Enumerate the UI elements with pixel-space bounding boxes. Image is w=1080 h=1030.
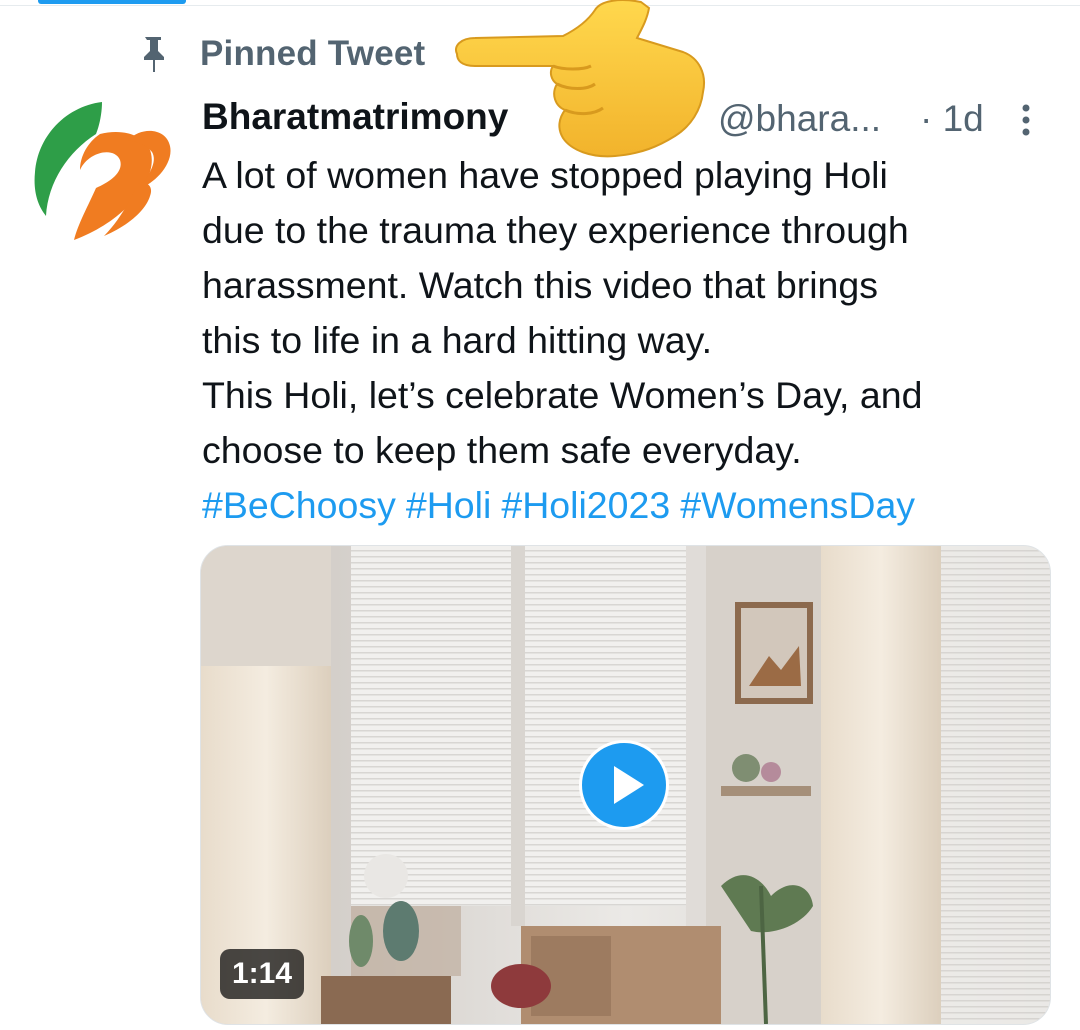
display-name[interactable]: Bharatmatrimony bbox=[202, 96, 562, 138]
tweet-header: Bharatmatrimony @bhara... · 1d bbox=[202, 96, 1052, 144]
tweet-text-line: due to the trauma they experience throug… bbox=[202, 209, 909, 251]
tweet-text: A lot of women have stopped playing Holi… bbox=[202, 148, 1062, 533]
user-handle[interactable]: @bhara... bbox=[718, 98, 881, 140]
tweet-text-line: This Holi, let’s celebrate Women’s Day, … bbox=[202, 374, 923, 416]
video-player[interactable]: 1:14 bbox=[200, 545, 1051, 1025]
pinned-indicator: Pinned Tweet bbox=[138, 32, 425, 76]
play-icon bbox=[614, 766, 644, 804]
hashtag-link[interactable]: #BeChoosy bbox=[202, 484, 396, 526]
active-tab-indicator bbox=[38, 0, 186, 4]
hashtag-link[interactable]: #Holi2023 bbox=[501, 484, 670, 526]
tweet-text-line: this to life in a hard hitting way. bbox=[202, 319, 712, 361]
play-button[interactable] bbox=[579, 740, 669, 830]
tweet-text-line: choose to keep them safe everyday. bbox=[202, 429, 802, 471]
tweet-time[interactable]: · 1d bbox=[920, 98, 984, 140]
hashtag-link[interactable]: #WomensDay bbox=[680, 484, 915, 526]
pin-icon bbox=[144, 37, 164, 72]
tweet-text-line: A lot of women have stopped playing Holi bbox=[202, 154, 888, 196]
top-divider bbox=[0, 5, 1080, 6]
hashtag-row: #BeChoosy #Holi #Holi2023 #WomensDay bbox=[202, 478, 1062, 533]
avatar[interactable] bbox=[30, 100, 172, 242]
more-options-icon[interactable] bbox=[1014, 100, 1038, 140]
video-duration-badge: 1:14 bbox=[220, 949, 304, 999]
tweet-text-line: harassment. Watch this video that brings bbox=[202, 264, 879, 306]
hashtag-link[interactable]: #Holi bbox=[406, 484, 491, 526]
pinned-tweet-screen: Pinned Tweet Bharatmatrimony @bhara... ·… bbox=[0, 0, 1080, 1030]
pinned-tweet-label: Pinned Tweet bbox=[200, 34, 426, 73]
